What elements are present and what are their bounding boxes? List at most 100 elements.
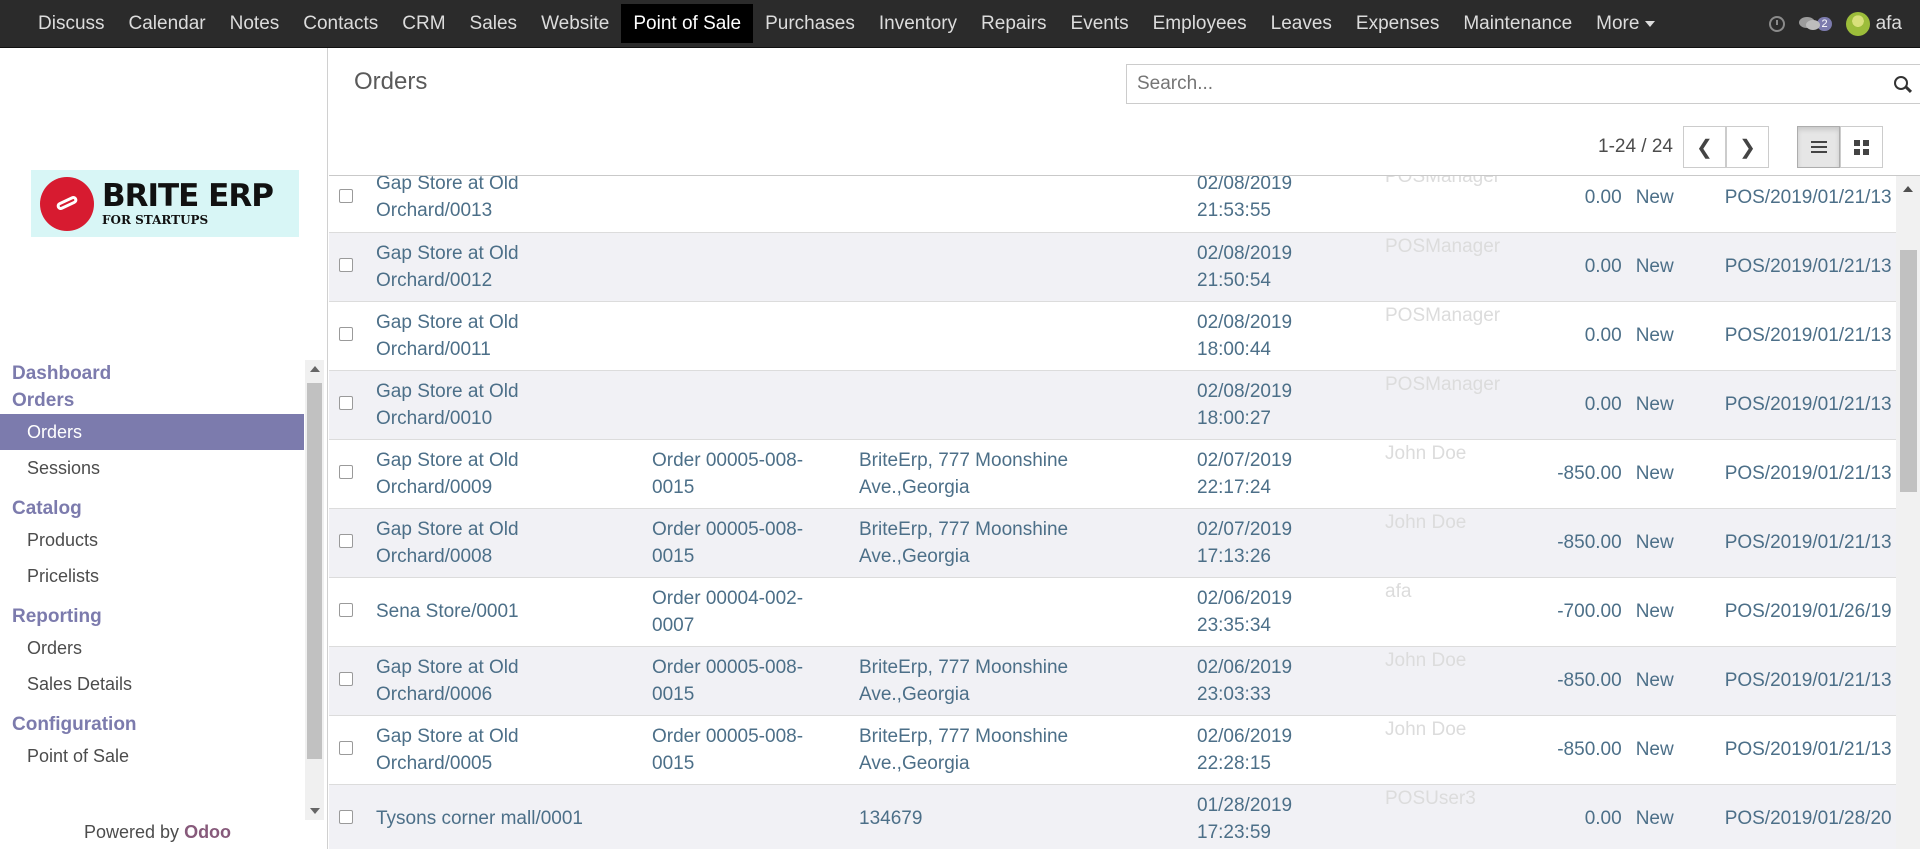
order-ref-cell: Gap Store at Old Orchard/0009 <box>376 439 652 508</box>
table-row[interactable]: Gap Store at Old Orchard/0006 Order 00005-… <box>329 646 1896 715</box>
row-checkbox[interactable] <box>339 672 353 686</box>
order-date-cell: 02/08/2019 21:53:55 <box>1197 176 1385 232</box>
table-row[interactable]: Gap Store at Old Orchard/0013 02/08/2019 21… <box>329 176 1896 232</box>
table-row[interactable]: Gap Store at Old Orchard/0008 Order 00005-… <box>329 508 1896 577</box>
pager-previous-button[interactable]: ❮ <box>1683 126 1726 168</box>
menu-item-maintenance[interactable]: Maintenance <box>1451 4 1584 43</box>
table-row[interactable]: Gap Store at Old Orchard/0010 02/08/2019 18… <box>329 370 1896 439</box>
table-row[interactable]: Gap Store at Old Orchard/0009 Order 00005-… <box>329 439 1896 508</box>
table-row[interactable]: Gap Store at Old Orchard/0012 02/08/2019 21… <box>329 232 1896 301</box>
row-checkbox[interactable] <box>339 465 353 479</box>
total-cell: 0.00 <box>1530 232 1636 301</box>
search-box <box>1126 64 1920 104</box>
receipt-ref-cell <box>652 176 859 232</box>
menu-item-employees[interactable]: Employees <box>1141 4 1259 43</box>
company-logo[interactable]: BRITE ERP FOR STARTUPS <box>31 170 299 237</box>
row-select-cell <box>329 577 376 646</box>
row-checkbox[interactable] <box>339 534 353 548</box>
scroll-up-arrow-icon[interactable] <box>1903 186 1913 192</box>
order-ref-text: Gap Store at Old <box>376 518 519 540</box>
menu-item-events[interactable]: Events <box>1059 4 1141 43</box>
sidebar-item-sales-details[interactable]: Sales Details <box>0 666 304 702</box>
salesperson-text: POSManager <box>1385 304 1501 326</box>
row-checkbox[interactable] <box>339 396 353 410</box>
salesperson-text: John Doe <box>1385 511 1467 533</box>
menu-item-website[interactable]: Website <box>529 4 621 43</box>
total-cell: -850.00 <box>1530 715 1636 784</box>
sidebar-section-orders: Orders <box>12 390 75 411</box>
sidebar-item-sessions[interactable]: Sessions <box>0 450 304 486</box>
pager-value[interactable]: 1-24 / 24 <box>1598 136 1673 158</box>
row-checkbox[interactable] <box>339 603 353 617</box>
kanban-view-button[interactable] <box>1840 126 1883 168</box>
sidebar-item-dashboard[interactable]: Dashboard <box>0 360 304 387</box>
receipt-ref-cell: Order 00005-008- 0015 <box>652 715 859 784</box>
table-row[interactable]: Sena Store/0001 Order 00004-002- 0007 02/06… <box>329 577 1896 646</box>
row-checkbox[interactable] <box>339 741 353 755</box>
order-date-cell: 02/07/2019 22:17:24 <box>1197 439 1385 508</box>
row-checkbox[interactable] <box>339 810 353 824</box>
menu-item-sales[interactable]: Sales <box>458 4 530 43</box>
menu-item-discuss[interactable]: Discuss <box>26 4 117 43</box>
menu-item-expenses[interactable]: Expenses <box>1344 4 1451 43</box>
row-checkbox[interactable] <box>339 258 353 272</box>
list-view-button[interactable] <box>1797 126 1840 168</box>
sidebar-item-products[interactable]: Products <box>0 522 304 558</box>
order-date-text: 02/07/2019 <box>1197 518 1293 540</box>
total-text: -850.00 <box>1557 463 1622 484</box>
total-text: -700.00 <box>1557 601 1622 622</box>
menu-item-more[interactable]: More <box>1584 4 1667 43</box>
messaging-button[interactable]: 2 <box>1799 16 1832 32</box>
search-icon[interactable] <box>1894 76 1912 94</box>
order-ref-cell: Gap Store at Old Orchard/0008 <box>376 508 652 577</box>
sidebar-item-reporting-orders[interactable]: Orders <box>0 630 304 666</box>
powered-prefix: Powered by <box>84 822 185 842</box>
control-panel: Orders 1-24 / 24 ❮ ❯ <box>329 48 1920 176</box>
pager-next-button[interactable]: ❯ <box>1726 126 1769 168</box>
salesperson-cell: John Doe <box>1385 716 1526 743</box>
row-checkbox[interactable] <box>339 327 353 341</box>
menu-item-purchases[interactable]: Purchases <box>753 4 867 43</box>
menu-item-crm[interactable]: CRM <box>390 4 457 43</box>
sidebar-item-pricelists[interactable]: Pricelists <box>0 558 304 594</box>
sidebar-item-point-of-sale[interactable]: Point of Sale <box>0 738 304 774</box>
search-input[interactable] <box>1135 65 1839 103</box>
receipt-ref-cell: Order 00005-008- 0015 <box>652 508 859 577</box>
logo-subtitle: FOR STARTUPS <box>102 213 209 227</box>
activity-clock-icon[interactable] <box>1769 15 1786 32</box>
salesperson-cell: John Doe <box>1385 509 1526 536</box>
receipt-ref-line2: 0015 <box>652 683 695 705</box>
row-checkbox[interactable] <box>339 188 353 203</box>
status-cell: New <box>1636 232 1725 301</box>
session-cell: POS/2019/01/21/13 <box>1725 370 1896 439</box>
menu-item-leaves[interactable]: Leaves <box>1259 4 1344 43</box>
table-row[interactable]: Tysons corner mall/0001 134679 01/28/2019 1… <box>329 784 1896 849</box>
sidebar-scrollbar[interactable] <box>305 360 324 820</box>
sidebar-scroll-thumb[interactable] <box>307 383 322 759</box>
menu-item-inventory[interactable]: Inventory <box>867 4 969 43</box>
order-ref-line2: Orchard/0008 <box>376 545 493 567</box>
order-date-line2: 17:23:59 <box>1197 821 1271 843</box>
salesperson-cell: POSManager <box>1385 371 1526 398</box>
menu-item-contacts[interactable]: Contacts <box>291 4 390 43</box>
order-date-text: 02/07/2019 <box>1197 449 1293 471</box>
total-text: -850.00 <box>1557 739 1622 760</box>
table-row[interactable]: Gap Store at Old Orchard/0011 02/08/2019 18… <box>329 301 1896 370</box>
receipt-ref-line2: 0015 <box>652 545 695 567</box>
sidebar-item-orders[interactable]: Orders <box>0 414 304 450</box>
user-menu[interactable]: afa <box>1845 11 1902 36</box>
table-row[interactable]: Gap Store at Old Orchard/0005 Order 00005-… <box>329 715 1896 784</box>
receipt-ref-cell: Order 00004-002- 0007 <box>652 577 859 646</box>
content-scrollbar[interactable] <box>1896 176 1920 849</box>
salesperson-text: POSManager <box>1385 373 1501 395</box>
menu-item-notes[interactable]: Notes <box>218 4 292 43</box>
scroll-up-arrow-icon[interactable] <box>310 366 320 372</box>
menu-item-repairs[interactable]: Repairs <box>969 4 1058 43</box>
menu-item-calendar[interactable]: Calendar <box>117 4 218 43</box>
receipt-ref-text: Order 00004-002- <box>652 587 804 609</box>
content-scroll-thumb[interactable] <box>1900 250 1917 492</box>
menu-item-point-of-sale[interactable]: Point of Sale <box>621 4 754 43</box>
scroll-down-arrow-icon[interactable] <box>310 808 320 814</box>
row-select-cell <box>329 508 376 577</box>
odoo-link[interactable]: Odoo <box>184 822 231 842</box>
